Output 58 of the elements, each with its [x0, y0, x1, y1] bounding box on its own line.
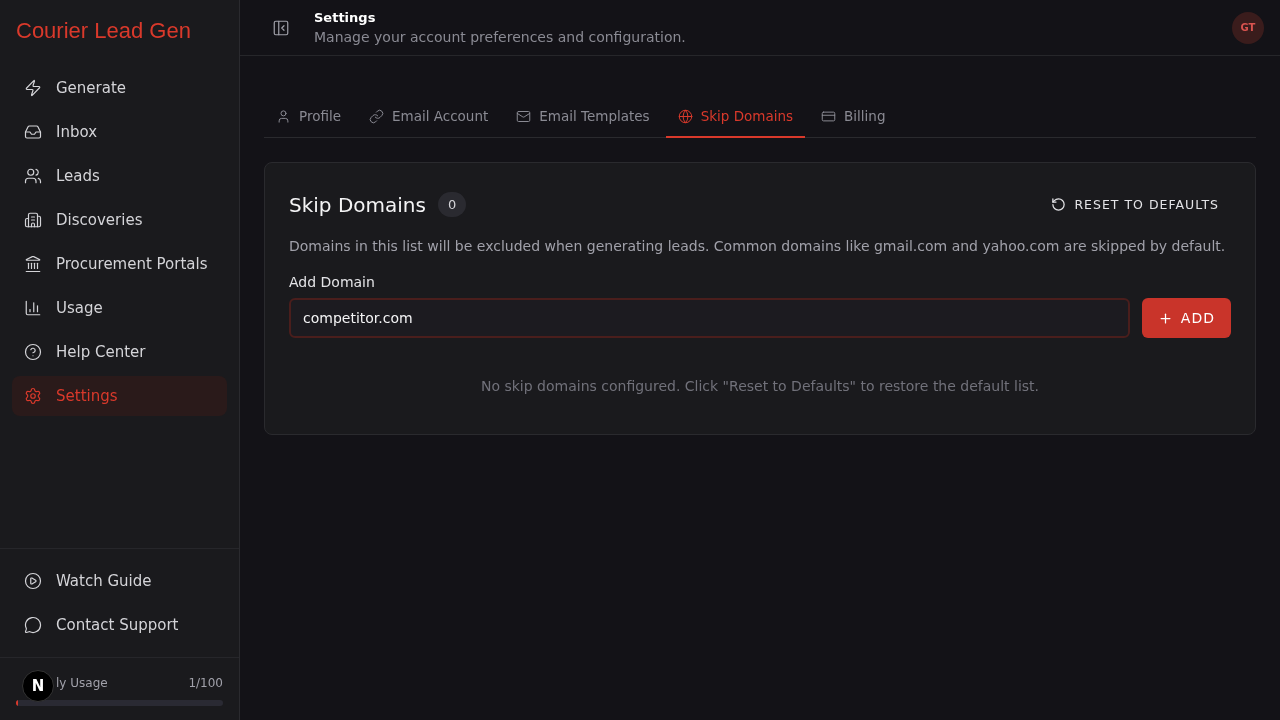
sidebar-item[interactable]: Usage	[12, 288, 227, 328]
user-avatar[interactable]: GT	[1232, 11, 1264, 44]
credit-card-icon	[821, 108, 837, 124]
usage-label: ly Usage	[56, 676, 108, 690]
sidebar-item[interactable]: Help Center	[12, 332, 227, 372]
sidebar-item[interactable]: Leads	[12, 156, 227, 196]
usage-count: 1/100	[188, 676, 223, 690]
page-subtitle: Manage your account preferences and configuration.	[314, 29, 687, 45]
bank-icon	[24, 255, 42, 273]
globe-icon	[677, 108, 693, 124]
reset-icon	[1051, 197, 1067, 212]
page-title: Settings	[314, 10, 377, 25]
sidebar-item[interactable]: Settings	[12, 376, 227, 416]
bar-chart-icon	[24, 299, 42, 317]
input-field[interactable]: competitor.com	[289, 298, 1130, 338]
sidebar-item-label: Watch Guide	[56, 572, 152, 590]
sidebar-toggle-icon[interactable]	[272, 18, 290, 37]
tab[interactable]: Skip Domains	[665, 96, 806, 138]
lightning-icon	[24, 79, 42, 97]
user-icon	[276, 108, 291, 124]
settings-icon	[24, 387, 42, 405]
users-icon	[24, 167, 42, 185]
sidebar-item-label: Inbox	[56, 123, 98, 141]
sidebar-item[interactable]: Discoveries	[12, 200, 227, 240]
dev-badge[interactable]: N	[22, 670, 54, 702]
plus-icon	[1157, 310, 1173, 326]
sidebar-item-label: Contact Support	[56, 616, 179, 634]
count-badge: 0	[437, 192, 467, 217]
tab[interactable]: Email Templates	[504, 96, 662, 138]
empty-message: No skip domains configured. Click "Reset to Defaults" to restore the default list.	[479, 378, 1041, 394]
building-icon	[24, 211, 42, 229]
sidebar-item-label: Help Center	[56, 343, 146, 361]
sidebar-item[interactable]: Contact Support	[12, 605, 227, 645]
sidebar-item[interactable]: Inbox	[12, 112, 227, 152]
tab[interactable]: Email Account	[357, 96, 501, 138]
inbox-icon	[24, 123, 42, 141]
mail-icon	[516, 108, 532, 124]
field-label: Add Domain	[289, 274, 376, 290]
link-icon	[369, 108, 384, 124]
sidebar-item-label: Usage	[56, 299, 103, 317]
tab[interactable]: Profile	[264, 96, 353, 138]
sidebar-item-label: Generate	[56, 79, 127, 97]
description: Domains in this list will be excluded when generating leads. Common domains like gmail.com and yahoo.com are skipped by default.	[289, 238, 1227, 254]
sidebar-item[interactable]: Watch Guide	[12, 561, 227, 601]
tab[interactable]: Billing	[809, 96, 898, 138]
sidebar-item-label: Procurement Portals	[56, 255, 208, 273]
chat-bubble-icon	[24, 616, 42, 634]
help-icon	[24, 343, 42, 361]
sidebar-item-label: Leads	[56, 167, 100, 185]
play-icon	[24, 572, 42, 590]
card-title: Skip Domains	[289, 192, 426, 217]
sidebar-item-label: Settings	[56, 387, 118, 405]
sidebar-item-label: Discoveries	[56, 211, 143, 229]
sidebar-item[interactable]: Generate	[12, 68, 227, 108]
brand-name: Courier Lead Gen	[15, 17, 192, 45]
add-button[interactable]: ADD	[1141, 298, 1231, 338]
reset-button[interactable]: RESET TO DEFAULTS	[1039, 191, 1231, 218]
sidebar-item[interactable]: Procurement Portals	[12, 244, 227, 284]
